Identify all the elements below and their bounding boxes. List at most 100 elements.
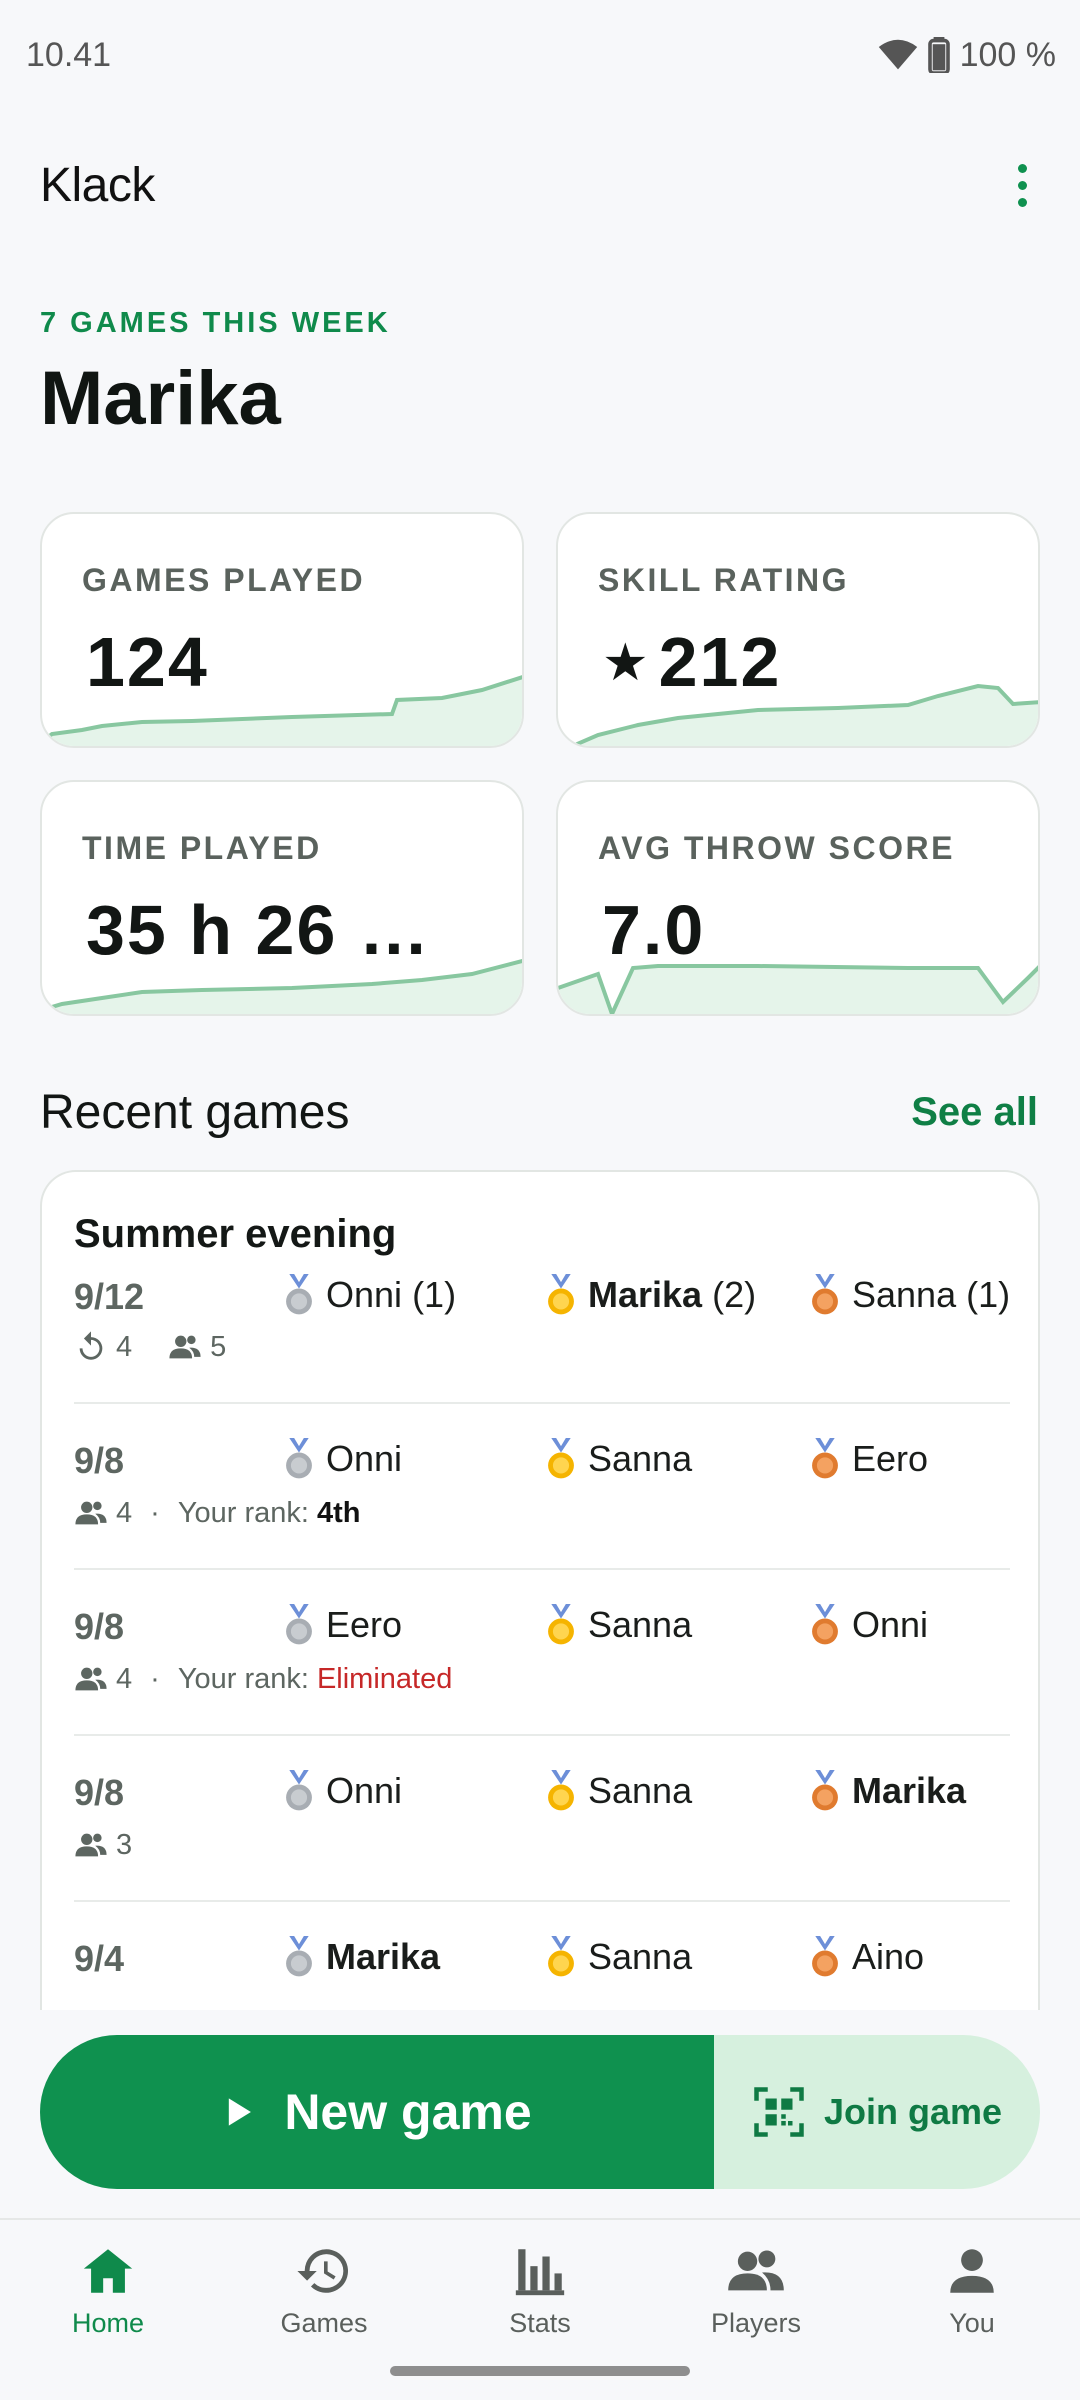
- stat-label: SKILL RATING: [598, 562, 850, 598]
- rounds-icon: [79, 1331, 103, 1360]
- rank-label: Your rank:: [177, 1662, 309, 1695]
- player-gold: Sanna: [544, 1438, 692, 1480]
- bronze-medal-icon: [812, 1936, 838, 1977]
- silver-medal-icon: [286, 1438, 312, 1479]
- history-icon: [297, 2249, 348, 2293]
- nav-label: Stats: [509, 2308, 571, 2338]
- game-row[interactable]: Summer evening 9/12 Onni (1) Marika (2) …: [74, 1212, 1010, 1404]
- game-row[interactable]: 9/4 Marika Sanna Aino: [74, 1902, 1010, 2010]
- player-gold: Sanna: [544, 1604, 692, 1646]
- player-silver: Onni: [282, 1438, 402, 1480]
- game-date: 9/8: [74, 1606, 125, 1647]
- gold-medal-icon: [548, 1438, 574, 1479]
- game-row[interactable]: 9/8 Onni Sanna Eero 4 · Your rank: 4th: [74, 1404, 1010, 1570]
- group-icon: [75, 1833, 107, 1857]
- silver-medal-icon: [286, 1604, 312, 1645]
- game-action-bar: New game Join game: [40, 2035, 1040, 2189]
- sparkline-avg-throw-score: [558, 964, 1038, 1014]
- status-time: 10.41: [26, 35, 112, 74]
- stat-card-skill-rating[interactable]: SKILL RATING ★ 212: [556, 512, 1040, 748]
- group-icon: [75, 1501, 107, 1525]
- player-count: 4: [116, 1662, 133, 1695]
- gold-medal-icon: [548, 1770, 574, 1811]
- bronze-medal-icon: [812, 1604, 838, 1645]
- home-icon: [83, 2249, 133, 2293]
- silver-medal-icon: [286, 1274, 312, 1315]
- stat-card-time-played[interactable]: TIME PLAYED 35 h 26 …: [40, 780, 524, 1016]
- game-row[interactable]: 9/8 Onni Sanna Marika 3: [74, 1736, 1010, 1902]
- gesture-handle[interactable]: [390, 2366, 690, 2376]
- stat-label: AVG THROW SCORE: [598, 830, 955, 866]
- sparkline-skill-rating: [558, 683, 1038, 746]
- game-name: Summer evening: [74, 1212, 397, 1256]
- status-icons: 100 %: [878, 36, 1056, 75]
- silver-medal-icon: [286, 1770, 312, 1811]
- recent-games-title: Recent games: [40, 1086, 350, 1139]
- player-count: 5: [210, 1330, 227, 1363]
- game-date: 9/4: [74, 1938, 125, 1979]
- player-bronze: Onni: [808, 1604, 928, 1646]
- nav-you[interactable]: You: [864, 2220, 1080, 2400]
- player-gold: Sanna: [544, 1770, 692, 1812]
- bar-chart-icon: [515, 2249, 565, 2296]
- rank-value: 4th: [316, 1496, 361, 1529]
- join-game-button[interactable]: Join game: [714, 2035, 1040, 2189]
- game-meta: 4 · Your rank: 4th: [74, 1496, 360, 1530]
- group-icon: [75, 1667, 107, 1691]
- sparkline-games-played: [42, 675, 522, 746]
- player-count: 3: [116, 1828, 133, 1861]
- game-meta: 3: [74, 1828, 132, 1862]
- player-bronze: Sanna (1): [808, 1274, 1010, 1316]
- new-game-button[interactable]: New game: [40, 2035, 714, 2189]
- game-row[interactable]: 9/8 Eero Sanna Onni 4 · Your rank: Elimi…: [74, 1570, 1010, 1736]
- app-title: Klack: [40, 158, 155, 212]
- rounds-count: 4: [116, 1330, 133, 1363]
- qr-code-icon: [754, 2087, 804, 2137]
- app-bar: Klack: [0, 130, 1080, 240]
- player-silver: Marika: [282, 1936, 440, 1978]
- silver-medal-icon: [286, 1936, 312, 1977]
- wifi-icon: [878, 39, 917, 70]
- battery-icon: [927, 37, 950, 73]
- group-icon: [169, 1335, 201, 1359]
- game-date: 9/12: [74, 1276, 145, 1317]
- gold-medal-icon: [548, 1274, 574, 1315]
- person-icon: [950, 2249, 994, 2293]
- nav-label: Games: [280, 2308, 368, 2338]
- battery-level: 100 %: [959, 35, 1056, 74]
- player-count: 4: [116, 1496, 133, 1529]
- game-meta: 4 · Your rank: Eliminated: [74, 1662, 452, 1696]
- stat-label: TIME PLAYED: [82, 830, 322, 866]
- stat-card-avg-throw-score[interactable]: AVG THROW SCORE 7.0: [556, 780, 1040, 1016]
- status-bar: 10.41 100 %: [0, 0, 1080, 110]
- rank-value-eliminated: Eliminated: [316, 1662, 453, 1695]
- stat-card-games-played[interactable]: GAMES PLAYED 124: [40, 512, 524, 748]
- player-gold: Marika (2): [544, 1274, 756, 1316]
- play-icon: [229, 2098, 252, 2126]
- player-silver: Eero: [282, 1604, 402, 1646]
- nav-label: Players: [710, 2308, 802, 2338]
- player-name: Marika: [40, 356, 281, 441]
- player-bronze: Aino: [808, 1936, 924, 1978]
- week-games-label: 7 GAMES THIS WEEK: [40, 307, 391, 339]
- bronze-medal-icon: [812, 1274, 838, 1315]
- bronze-medal-icon: [812, 1770, 838, 1811]
- rank-label: Your rank:: [177, 1496, 309, 1529]
- gold-medal-icon: [548, 1604, 574, 1645]
- player-bronze: Marika: [808, 1770, 966, 1812]
- bronze-medal-icon: [812, 1438, 838, 1479]
- gold-medal-icon: [548, 1936, 574, 1977]
- see-all-link[interactable]: See all: [911, 1090, 1038, 1135]
- player-gold: Sanna: [544, 1936, 692, 1978]
- join-game-label: Join game: [823, 2091, 1003, 2132]
- overflow-menu-icon[interactable]: [992, 145, 1052, 225]
- player-bronze: Eero: [808, 1438, 928, 1480]
- game-date: 9/8: [74, 1440, 125, 1481]
- nav-label: You: [949, 2308, 995, 2338]
- stat-label: GAMES PLAYED: [82, 562, 366, 598]
- game-date: 9/8: [74, 1772, 125, 1813]
- player-silver: Onni (1): [282, 1274, 456, 1316]
- recent-games-list: Summer evening 9/12 Onni (1) Marika (2) …: [40, 1170, 1040, 2010]
- nav-home[interactable]: Home: [0, 2220, 216, 2400]
- group-icon: [728, 2250, 784, 2291]
